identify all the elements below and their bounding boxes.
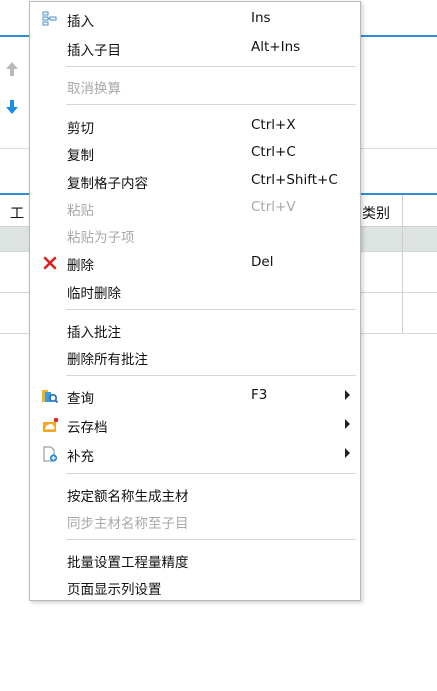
- menu-item-shortcut: Del: [251, 254, 274, 270]
- move-down-arrow-icon[interactable]: [5, 98, 19, 116]
- context-menu: 插入 Ins 插入子目 Alt+Ins 取消换算 剪切 Ctrl+X 复制 Ct…: [29, 1, 361, 601]
- submenu-arrow-icon: [345, 390, 350, 400]
- menu-item-shortcut: Ctrl+C: [251, 144, 296, 160]
- menu-item-column-settings[interactable]: 页面显示列设置: [30, 574, 360, 600]
- menu-item-delete-all-notes[interactable]: 删除所有批注: [30, 344, 360, 370]
- menu-item-label: 取消换算: [67, 81, 121, 97]
- menu-item-shortcut: Ctrl+X: [251, 117, 296, 133]
- grid-header-col1: 工: [10, 206, 24, 222]
- menu-item-batch-precision[interactable]: 批量设置工程量精度: [30, 547, 360, 573]
- menu-item-label: 粘贴: [67, 203, 94, 219]
- move-up-arrow-icon[interactable]: [5, 60, 19, 78]
- grid-column-separator: [402, 195, 403, 333]
- red-x-icon: [43, 256, 57, 270]
- menu-item-supplement[interactable]: 补充: [30, 441, 360, 467]
- menu-item-label: 粘贴为子项: [67, 230, 135, 246]
- menu-item-paste[interactable]: 粘贴 Ctrl+V: [30, 195, 360, 221]
- cloud-archive-icon: [43, 417, 59, 432]
- grid-header-category: 类别: [362, 206, 390, 222]
- menu-item-label: 云存档: [67, 420, 108, 436]
- menu-item-shortcut: F3: [251, 387, 268, 403]
- document-add-icon: [43, 446, 58, 462]
- menu-item-temp-delete[interactable]: 临时删除: [30, 278, 360, 304]
- menu-item-label: 补充: [67, 449, 94, 465]
- menu-item-label: 删除所有批注: [67, 352, 148, 368]
- menu-item-label: 同步主材名称至子目: [67, 516, 189, 532]
- submenu-arrow-icon: [345, 448, 350, 458]
- menu-item-label: 插入批注: [67, 325, 121, 341]
- menu-item-label: 剪切: [67, 121, 94, 137]
- submenu-arrow-icon: [345, 419, 350, 429]
- menu-item-shortcut: Alt+Ins: [251, 39, 301, 55]
- menu-divider: [66, 66, 356, 67]
- menu-item-insert-note[interactable]: 插入批注: [30, 317, 360, 343]
- menu-item-label: 插入: [67, 14, 94, 30]
- menu-divider: [66, 375, 356, 376]
- menu-item-label: 批量设置工程量精度: [67, 555, 189, 571]
- menu-item-copy[interactable]: 复制 Ctrl+C: [30, 140, 360, 166]
- menu-item-paste-child[interactable]: 粘贴为子项: [30, 222, 360, 248]
- menu-divider: [66, 309, 356, 310]
- menu-divider: [66, 104, 356, 105]
- folder-search-icon: [42, 390, 59, 404]
- menu-item-query[interactable]: 查询 F3: [30, 383, 360, 409]
- menu-item-insert[interactable]: 插入 Ins: [30, 6, 360, 32]
- menu-item-cut[interactable]: 剪切 Ctrl+X: [30, 113, 360, 139]
- menu-item-gen-main-material[interactable]: 按定额名称生成主材: [30, 481, 360, 507]
- menu-item-shortcut: Ins: [251, 10, 271, 26]
- menu-divider: [66, 473, 356, 474]
- menu-item-label: 复制格子内容: [67, 176, 148, 192]
- menu-item-label: 插入子目: [67, 43, 121, 59]
- menu-item-label: 复制: [67, 148, 94, 164]
- menu-item-sync-main-material[interactable]: 同步主材名称至子目: [30, 508, 360, 534]
- insert-rows-icon: [42, 11, 57, 26]
- menu-item-shortcut: Ctrl+V: [251, 199, 296, 215]
- menu-item-insert-child[interactable]: 插入子目 Alt+Ins: [30, 35, 360, 61]
- menu-item-copy-cell[interactable]: 复制格子内容 Ctrl+Shift+C: [30, 168, 360, 194]
- menu-divider: [66, 539, 356, 540]
- menu-item-label: 按定额名称生成主材: [67, 489, 189, 505]
- menu-item-label: 查询: [67, 391, 94, 407]
- menu-item-cancel-convert[interactable]: 取消换算: [30, 73, 360, 99]
- menu-item-shortcut: Ctrl+Shift+C: [251, 172, 338, 188]
- menu-item-label: 临时删除: [67, 286, 121, 302]
- side-toolbar: [0, 37, 28, 147]
- menu-item-label: 删除: [67, 258, 94, 274]
- menu-item-cloud-archive[interactable]: 云存档: [30, 412, 360, 438]
- menu-item-delete[interactable]: 删除 Del: [30, 250, 360, 276]
- menu-item-label: 页面显示列设置: [67, 582, 162, 598]
